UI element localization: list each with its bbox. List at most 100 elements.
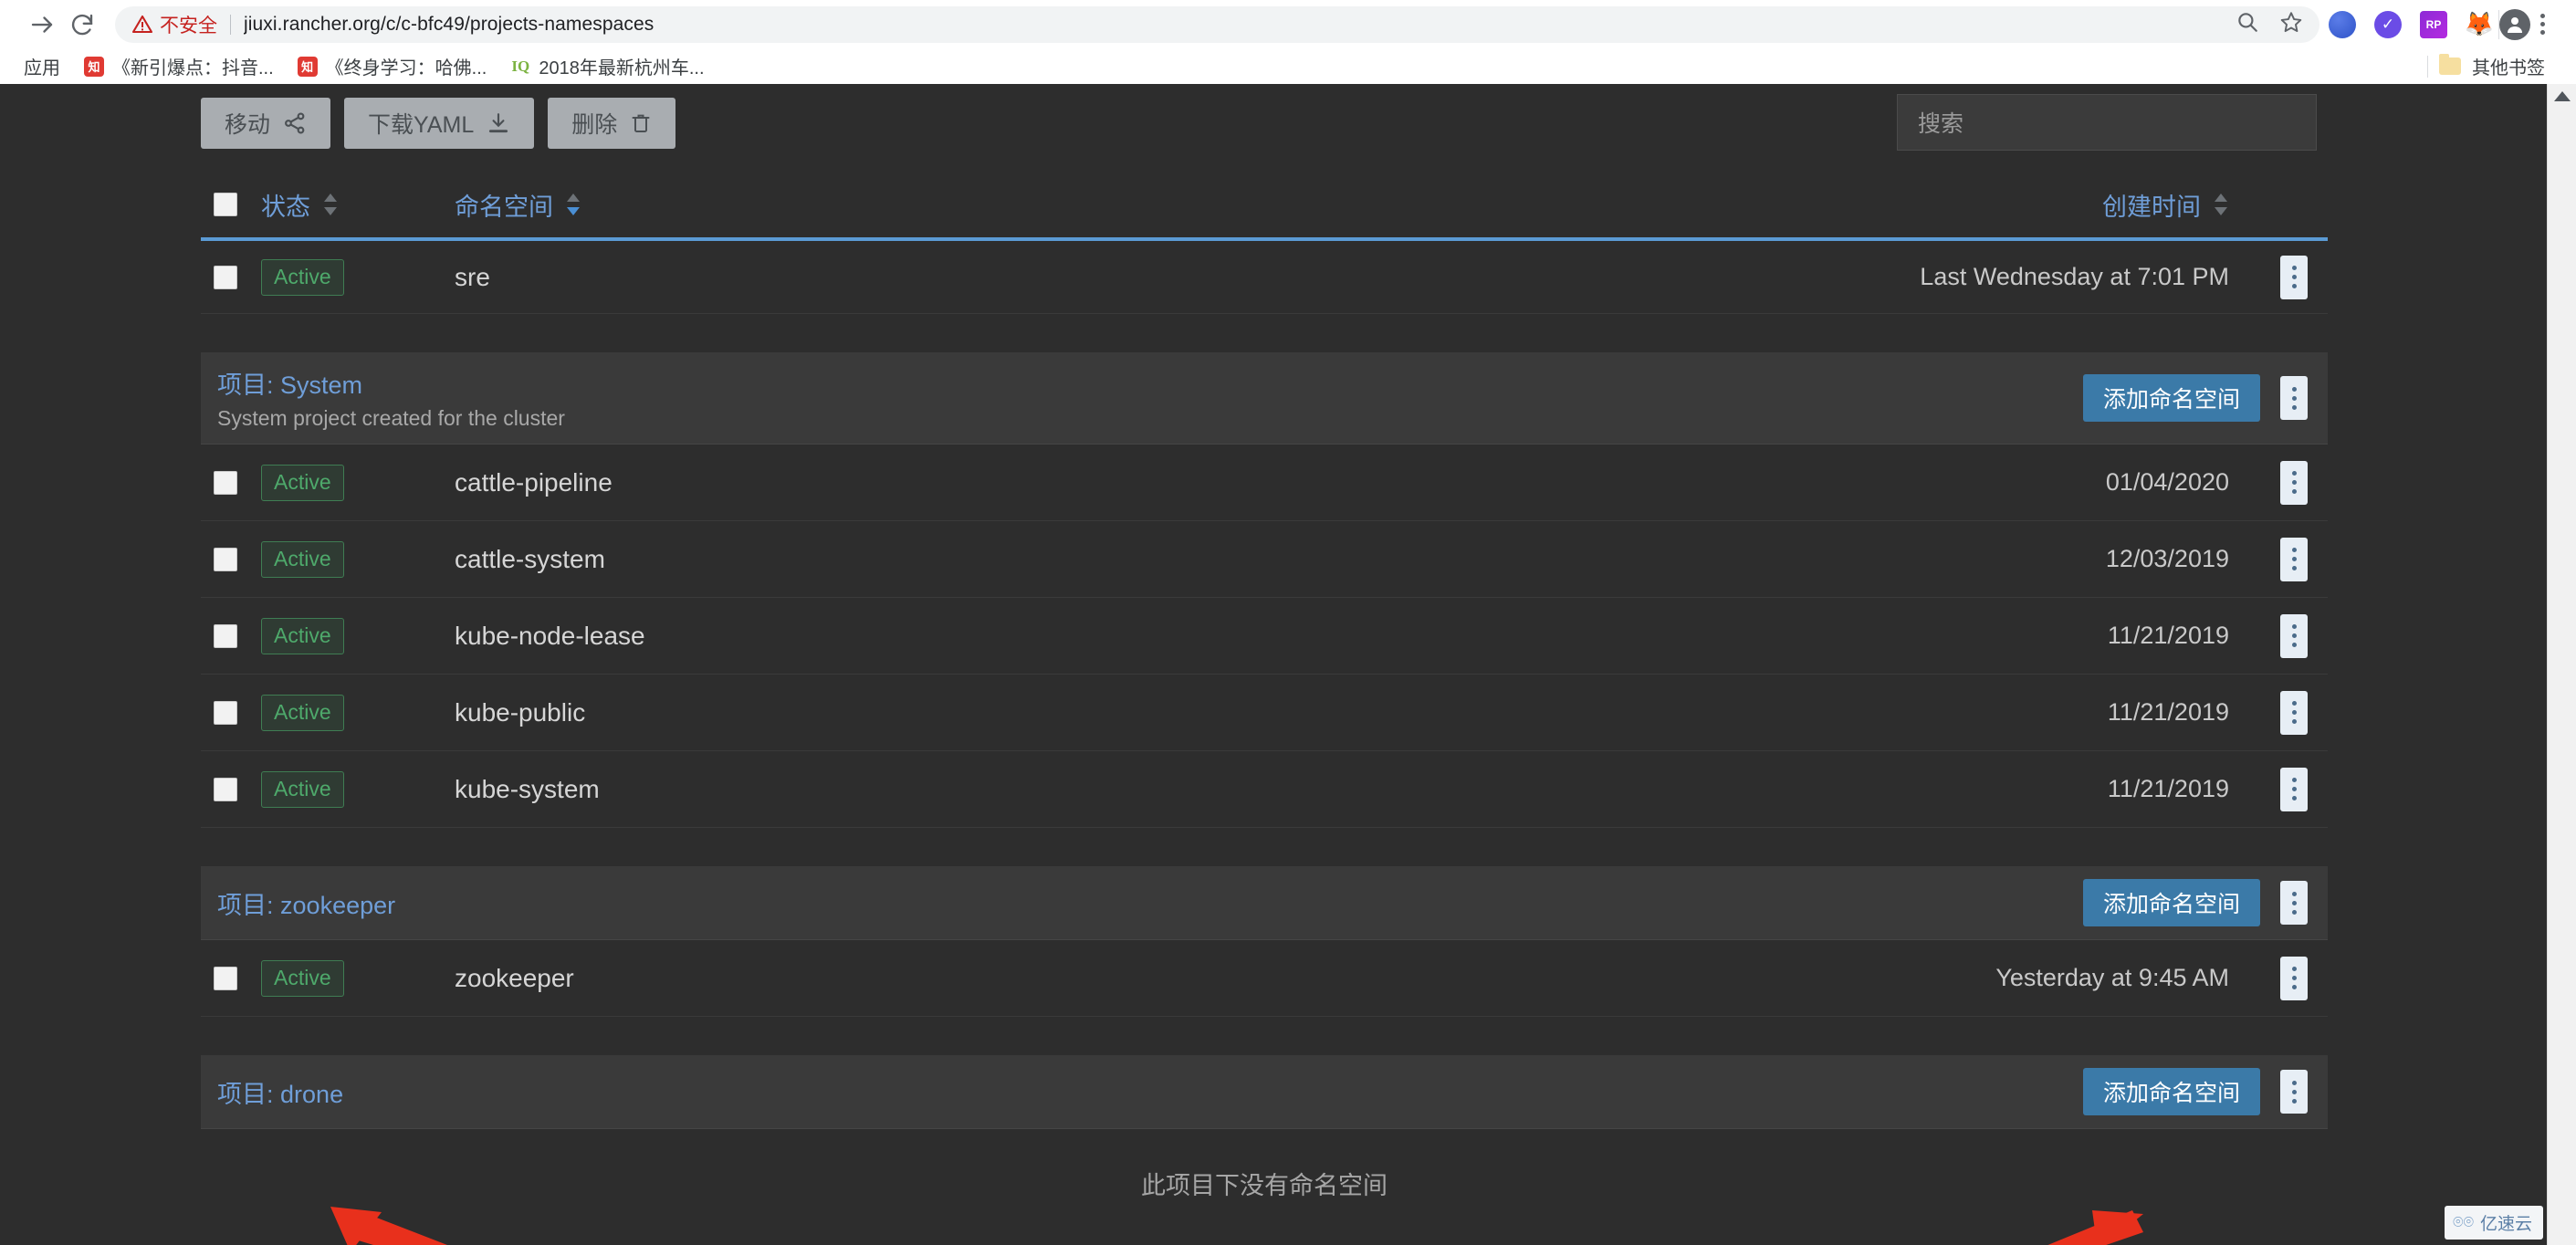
row-kebab-menu-icon[interactable] — [2280, 956, 2308, 1000]
watermark: ⌾⌾ 亿速云 — [2445, 1206, 2543, 1240]
iq-icon: IQ — [510, 56, 531, 77]
row-namespace-name[interactable]: kube-node-lease — [455, 622, 1868, 651]
project-label: 项目: — [217, 891, 274, 919]
row-select-cell[interactable] — [214, 470, 261, 495]
row-kebab-menu-icon[interactable] — [2280, 537, 2308, 581]
row-checkbox[interactable] — [214, 777, 237, 801]
bookmark-label: 应用 — [24, 58, 60, 78]
reload-button[interactable] — [62, 5, 102, 45]
move-button[interactable]: 移动 — [201, 98, 331, 149]
move-label: 移动 — [225, 112, 271, 138]
row-namespace-name[interactable]: cattle-system — [455, 545, 1868, 574]
page-scrollbar[interactable] — [2547, 84, 2576, 1245]
row-state-cell: Active — [261, 959, 455, 997]
row-state-cell: Active — [261, 694, 455, 731]
header-namespace[interactable]: 命名空间 — [455, 187, 1868, 223]
watermark-text: 亿速云 — [2479, 1215, 2532, 1234]
row-kebab-menu-icon[interactable] — [2280, 613, 2308, 658]
add-namespace-button[interactable]: 添加命名空间 — [2082, 1068, 2260, 1115]
row-menu-cell[interactable] — [2260, 537, 2328, 581]
row-kebab-menu-icon[interactable] — [2280, 460, 2308, 505]
select-all-checkbox[interactable] — [214, 193, 237, 216]
project-label: 项目: — [217, 1080, 274, 1108]
table-row[interactable]: Active sre Last Wednesday at 7:01 PM — [201, 237, 2328, 314]
table-row[interactable]: Active cattle-pipeline 01/04/2020 — [201, 445, 2328, 521]
other-bookmarks-label: 其他书签 — [2472, 58, 2545, 78]
project-kebab-menu-icon[interactable] — [2280, 1070, 2308, 1114]
row-namespace-name[interactable]: cattle-pipeline — [455, 468, 1868, 497]
row-namespace-name[interactable]: kube-public — [455, 698, 1868, 727]
row-menu-cell[interactable] — [2260, 255, 2328, 299]
add-namespace-button[interactable]: 添加命名空间 — [2082, 374, 2260, 422]
row-kebab-menu-icon[interactable] — [2280, 255, 2308, 299]
row-kebab-menu-icon[interactable] — [2280, 767, 2308, 811]
project-title: 项目: System — [217, 365, 565, 401]
search-input[interactable]: 搜索 — [1897, 94, 2317, 151]
row-select-cell[interactable] — [214, 966, 261, 990]
row-select-cell[interactable] — [214, 700, 261, 725]
generic-blue-extension-icon[interactable] — [2329, 10, 2356, 38]
row-menu-cell[interactable] — [2260, 767, 2328, 811]
header-created[interactable]: 创建时间 — [1868, 187, 2260, 223]
forward-button[interactable] — [22, 5, 62, 45]
row-kebab-menu-icon[interactable] — [2280, 690, 2308, 735]
metamask-fox-extension-icon[interactable]: 🦊 — [2465, 10, 2494, 38]
security-warning[interactable]: 不安全 — [131, 11, 217, 38]
row-checkbox[interactable] — [214, 623, 237, 648]
download-yaml-button[interactable]: 下载YAML — [344, 98, 535, 149]
table-row[interactable]: Active kube-public 11/21/2019 — [201, 675, 2328, 751]
project-kebab-menu-icon[interactable] — [2280, 881, 2308, 925]
bookmark-item[interactable]: 知 《终身学习：哈佛... — [286, 52, 499, 81]
zhihu-icon: 知 — [297, 56, 318, 77]
table-row[interactable]: Active zookeeper Yesterday at 9:45 AM — [201, 940, 2328, 1017]
row-checkbox[interactable] — [214, 547, 237, 571]
delete-button[interactable]: 删除 — [548, 98, 676, 149]
bookmarks-divider — [2427, 55, 2428, 78]
table-row[interactable]: Active kube-node-lease 11/21/2019 — [201, 598, 2328, 675]
omnibox-actions — [2223, 10, 2303, 38]
header-state-label: 状态 — [261, 193, 310, 221]
profile-avatar[interactable] — [2499, 8, 2530, 40]
row-namespace-name[interactable]: zookeeper — [455, 964, 1868, 993]
other-bookmarks[interactable]: 其他书签 — [2427, 53, 2554, 79]
select-all-cell[interactable] — [214, 193, 261, 216]
row-checkbox[interactable] — [214, 966, 237, 990]
status-badge: Active — [261, 770, 344, 808]
bookmark-item[interactable]: IQ 2018年最新杭州车... — [498, 52, 716, 81]
search-icon[interactable] — [2236, 10, 2259, 38]
row-namespace-name[interactable]: kube-system — [455, 775, 1868, 804]
row-select-cell[interactable] — [214, 547, 261, 571]
bookmark-star-icon[interactable] — [2279, 10, 2303, 38]
project-name[interactable]: System — [280, 371, 362, 399]
bookmark-apps[interactable]: 应用 — [22, 52, 72, 81]
project-kebab-menu-icon[interactable] — [2280, 376, 2308, 420]
row-select-cell[interactable] — [214, 265, 261, 289]
row-checkbox[interactable] — [214, 265, 237, 289]
page-content: 移动 下载YAML 删除 搜索 状态 命名空间 创建时间 Active sre … — [0, 84, 2547, 1245]
scroll-up-arrow-icon[interactable] — [2553, 91, 2571, 101]
header-state[interactable]: 状态 — [261, 187, 455, 223]
rp-extension-icon[interactable]: RP — [2420, 10, 2447, 38]
row-select-cell[interactable] — [214, 777, 261, 801]
table-row[interactable]: Active cattle-system 12/03/2019 — [201, 521, 2328, 598]
row-checkbox[interactable] — [214, 700, 237, 725]
table-row[interactable]: Active kube-system 11/21/2019 — [201, 751, 2328, 828]
add-namespace-button[interactable]: 添加命名空间 — [2082, 879, 2260, 926]
row-menu-cell[interactable] — [2260, 956, 2328, 1000]
row-menu-cell[interactable] — [2260, 690, 2328, 735]
chrome-menu-button[interactable] — [2530, 14, 2554, 35]
address-bar[interactable]: 不安全 jiuxi.rancher.org/c/c-bfc49/projects… — [115, 5, 2319, 43]
project-name[interactable]: zookeeper — [280, 892, 395, 919]
project-name[interactable]: drone — [280, 1081, 343, 1108]
project-title: 项目: drone — [217, 1074, 343, 1110]
bookmark-label: 《新引爆点：抖音... — [112, 58, 274, 78]
row-checkbox[interactable] — [214, 470, 237, 495]
row-select-cell[interactable] — [214, 623, 261, 648]
verified-badge-extension-icon[interactable] — [2374, 10, 2402, 38]
bookmark-item[interactable]: 知 《新引爆点：抖音... — [72, 52, 286, 81]
project-title: 项目: zookeeper — [217, 885, 395, 921]
row-state-cell: Active — [261, 770, 455, 808]
row-namespace-name[interactable]: sre — [455, 263, 1868, 292]
row-menu-cell[interactable] — [2260, 460, 2328, 505]
row-menu-cell[interactable] — [2260, 613, 2328, 658]
